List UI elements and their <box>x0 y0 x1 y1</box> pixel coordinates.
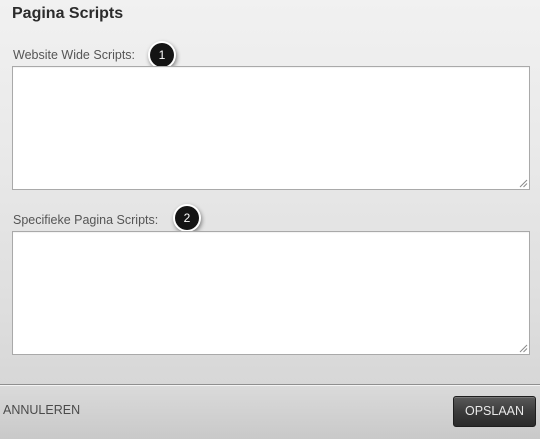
dialog-title: Pagina Scripts <box>12 5 124 22</box>
callout-badge-1: 1 <box>150 43 174 67</box>
footer-divider <box>0 384 540 386</box>
specific-page-scripts-label: Specifieke Pagina Scripts: <box>13 213 159 227</box>
save-button[interactable]: OPSLAAN <box>453 396 536 427</box>
website-wide-scripts-textarea[interactable] <box>12 66 530 190</box>
cancel-button[interactable]: ANNULEREN <box>3 403 80 417</box>
page-scripts-dialog: Pagina Scripts Website Wide Scripts: 1 S… <box>0 0 540 439</box>
website-wide-scripts-label: Website Wide Scripts: <box>13 48 136 62</box>
specific-page-scripts-textarea[interactable] <box>12 231 530 355</box>
resize-grip-icon[interactable] <box>519 344 528 353</box>
callout-badge-2: 2 <box>175 206 199 230</box>
resize-grip-icon[interactable] <box>519 179 528 188</box>
